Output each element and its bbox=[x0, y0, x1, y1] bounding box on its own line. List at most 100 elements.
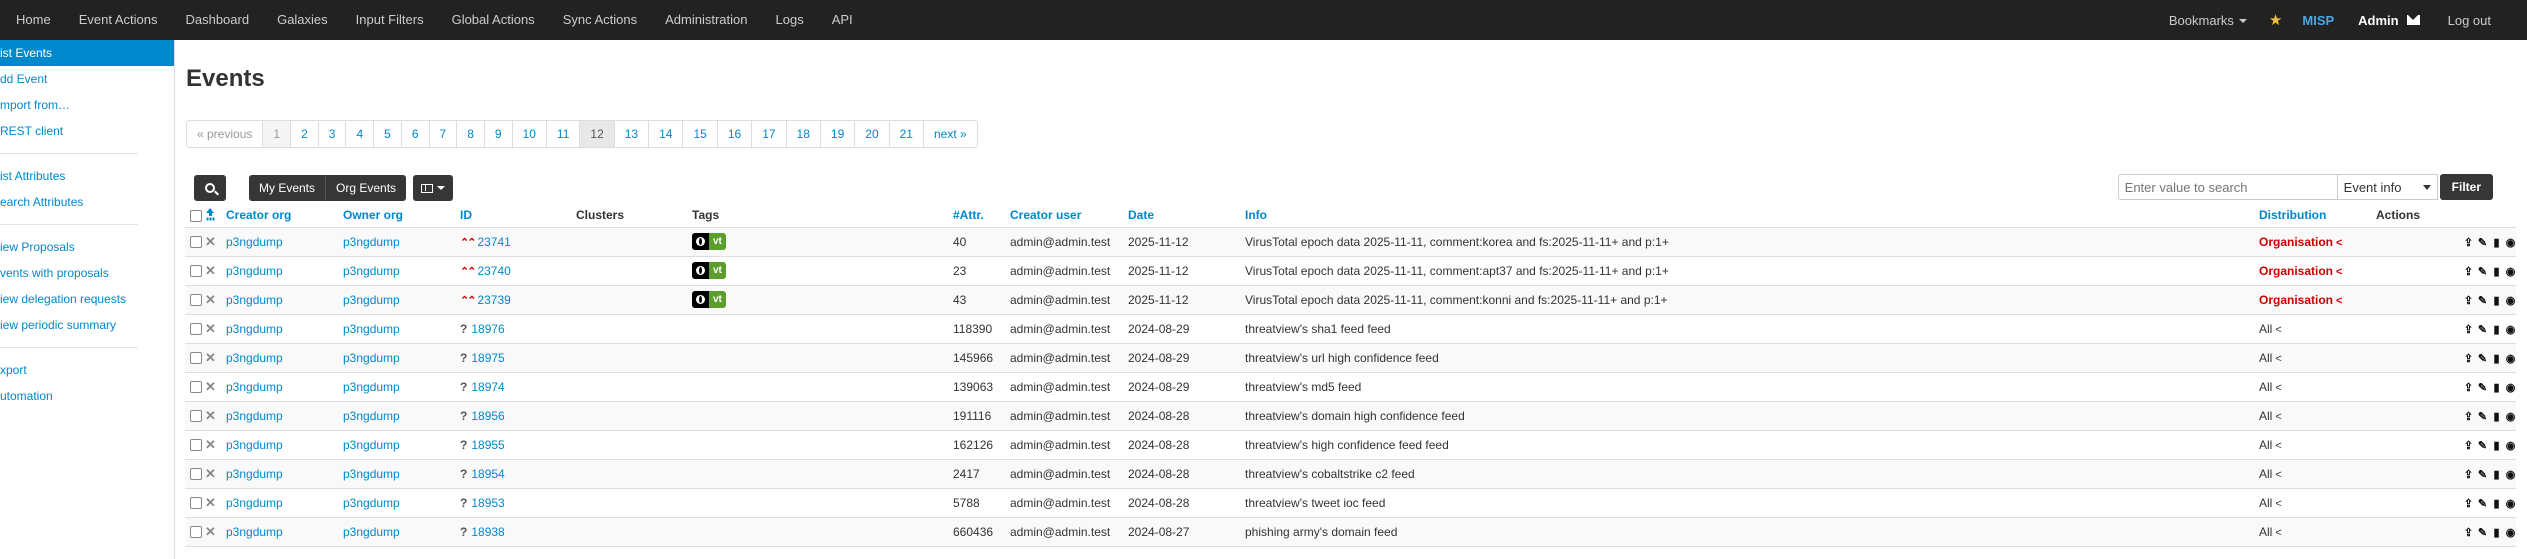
owner-org-link[interactable]: p3ngdump bbox=[343, 525, 400, 539]
delete-icon[interactable]: ▮ bbox=[2491, 265, 2502, 278]
distribution-value[interactable]: All bbox=[2259, 351, 2272, 365]
table-row[interactable]: ✕ p3ngdump p3ngdump? 18955 162126 admin@admin… bbox=[185, 430, 2516, 460]
select-all-checkbox[interactable] bbox=[190, 210, 202, 223]
view-icon[interactable]: ◉ bbox=[2505, 265, 2516, 278]
upload-icon[interactable] bbox=[205, 208, 216, 219]
sidebar-item-periodic-summary[interactable]: iew periodic summary bbox=[0, 312, 174, 338]
pagination-page[interactable]: 19 bbox=[821, 121, 856, 147]
distribution-value[interactable]: All bbox=[2259, 496, 2272, 510]
table-row[interactable]: ✕ p3ngdump p3ngdump ⌃⌃ 23739 vt 43 admin@admin.… bbox=[185, 285, 2516, 315]
table-row[interactable]: ✕ p3ngdump p3ngdump? 18954 2417 admin@admin.t… bbox=[185, 459, 2516, 489]
row-checkbox[interactable] bbox=[190, 236, 202, 249]
edit-icon[interactable]: ✎ bbox=[2477, 439, 2488, 452]
filter-button[interactable]: Filter bbox=[2439, 174, 2493, 200]
delete-icon[interactable]: ▮ bbox=[2491, 468, 2502, 481]
misp-brand[interactable]: MISP bbox=[2290, 13, 2346, 28]
sidebar-item-view-proposals[interactable]: iew Proposals bbox=[0, 234, 174, 260]
delete-icon[interactable]: ▮ bbox=[2491, 381, 2502, 394]
delete-icon[interactable]: ▮ bbox=[2491, 410, 2502, 423]
table-row[interactable]: ✕ p3ngdump p3ngdump? 18974 139063 admin@admin… bbox=[185, 372, 2516, 402]
owner-org-link[interactable]: p3ngdump bbox=[343, 380, 400, 394]
delete-icon[interactable]: ▮ bbox=[2491, 294, 2502, 307]
distribution-value[interactable]: All bbox=[2259, 380, 2272, 394]
event-id-link[interactable]: 23740 bbox=[477, 264, 510, 278]
event-id-link[interactable]: 18954 bbox=[471, 467, 504, 481]
edit-icon[interactable]: ✎ bbox=[2477, 497, 2488, 510]
table-row[interactable]: ✕ p3ngdump p3ngdump? 18956 191116 admin@admin… bbox=[185, 401, 2516, 431]
pagination-page[interactable]: 15 bbox=[683, 121, 718, 147]
table-row[interactable]: ✕ p3ngdump p3ngdump? 18975 145966 admin@admin… bbox=[185, 343, 2516, 373]
event-id-link[interactable]: 18938 bbox=[471, 525, 504, 539]
pagination-next[interactable]: next » bbox=[924, 121, 977, 147]
distribution-value[interactable]: All bbox=[2259, 467, 2272, 481]
publish-icon[interactable]: ⇪ bbox=[2463, 352, 2474, 365]
event-id-link[interactable]: 18976 bbox=[471, 322, 504, 336]
publish-icon[interactable]: ⇪ bbox=[2463, 294, 2474, 307]
pagination-page[interactable]: 9 bbox=[485, 121, 513, 147]
distribution-value[interactable]: All bbox=[2259, 438, 2272, 452]
nav-administration[interactable]: Administration bbox=[651, 0, 761, 40]
sidebar-item-list-events[interactable]: ist Events bbox=[0, 40, 174, 66]
publish-icon[interactable]: ⇪ bbox=[2463, 468, 2474, 481]
view-icon[interactable]: ◉ bbox=[2505, 236, 2516, 249]
owner-org-link[interactable]: p3ngdump bbox=[343, 264, 400, 278]
header-creator-user[interactable]: Creator user bbox=[1010, 204, 1128, 228]
row-checkbox[interactable] bbox=[190, 265, 202, 278]
star-icon[interactable]: ★ bbox=[2261, 11, 2290, 29]
nav-dashboard[interactable]: Dashboard bbox=[171, 0, 263, 40]
pagination-page[interactable]: 13 bbox=[615, 121, 650, 147]
header-owner-org[interactable]: Owner org bbox=[343, 204, 460, 228]
row-checkbox[interactable] bbox=[190, 526, 202, 539]
event-id-link[interactable]: 23741 bbox=[477, 235, 510, 249]
event-id-link[interactable]: 23739 bbox=[477, 293, 510, 307]
pagination-page[interactable]: 3 bbox=[319, 121, 347, 147]
sidebar-item-search-attributes[interactable]: earch Attributes bbox=[0, 189, 174, 215]
event-id-link[interactable]: 18955 bbox=[471, 438, 504, 452]
edit-icon[interactable]: ✎ bbox=[2477, 323, 2488, 336]
event-tag[interactable]: vt bbox=[692, 291, 726, 308]
view-icon[interactable]: ◉ bbox=[2505, 439, 2516, 452]
event-tag[interactable]: vt bbox=[692, 233, 726, 250]
pagination-page[interactable]: 1 bbox=[263, 121, 292, 147]
pagination-page[interactable]: 7 bbox=[430, 121, 458, 147]
edit-icon[interactable]: ✎ bbox=[2477, 265, 2488, 278]
sidebar-item-list-attributes[interactable]: ist Attributes bbox=[0, 163, 174, 189]
nav-home[interactable]: Home bbox=[2, 0, 65, 40]
publish-icon[interactable]: ⇪ bbox=[2463, 410, 2474, 423]
owner-org-link[interactable]: p3ngdump bbox=[343, 409, 400, 423]
distribution-value[interactable]: All bbox=[2259, 409, 2272, 423]
pagination-page[interactable]: 6 bbox=[402, 121, 430, 147]
delete-icon[interactable]: ▮ bbox=[2491, 323, 2502, 336]
nav-input-filters[interactable]: Input Filters bbox=[342, 0, 438, 40]
creator-org-link[interactable]: p3ngdump bbox=[226, 525, 283, 539]
pagination-page[interactable]: 2 bbox=[291, 121, 319, 147]
org-events-button[interactable]: Org Events bbox=[326, 175, 407, 201]
header-creator-org[interactable]: Creator org bbox=[226, 204, 343, 228]
logout-link[interactable]: Log out bbox=[2434, 13, 2527, 28]
event-id-link[interactable]: 18953 bbox=[471, 496, 504, 510]
view-icon[interactable]: ◉ bbox=[2505, 323, 2516, 336]
publish-icon[interactable]: ⇪ bbox=[2463, 381, 2474, 394]
publish-icon[interactable]: ⇪ bbox=[2463, 323, 2474, 336]
sidebar-item-delegation-requests[interactable]: iew delegation requests bbox=[0, 286, 174, 312]
table-row[interactable]: ✕ p3ngdump p3ngdump ⌃⌃ 23741 vt 40 admin@admin.… bbox=[185, 227, 2516, 257]
publish-icon[interactable]: ⇪ bbox=[2463, 497, 2474, 510]
event-id-link[interactable]: 18974 bbox=[471, 380, 504, 394]
search-input[interactable] bbox=[2117, 174, 2338, 200]
distribution-value[interactable]: All bbox=[2259, 525, 2272, 539]
view-icon[interactable]: ◉ bbox=[2505, 526, 2516, 539]
creator-org-link[interactable]: p3ngdump bbox=[226, 380, 283, 394]
creator-org-link[interactable]: p3ngdump bbox=[226, 235, 283, 249]
delete-icon[interactable]: ▮ bbox=[2491, 236, 2502, 249]
edit-icon[interactable]: ✎ bbox=[2477, 526, 2488, 539]
header-attr-count[interactable]: #Attr. bbox=[953, 204, 1010, 228]
creator-org-link[interactable]: p3ngdump bbox=[226, 438, 283, 452]
row-checkbox[interactable] bbox=[190, 381, 202, 394]
row-checkbox[interactable] bbox=[190, 439, 202, 452]
bookmarks-dropdown[interactable]: Bookmarks bbox=[2155, 13, 2261, 28]
nav-sync-actions[interactable]: Sync Actions bbox=[549, 0, 651, 40]
pagination-page[interactable]: 20 bbox=[855, 121, 890, 147]
sidebar-item-events-with-proposals[interactable]: vents with proposals bbox=[0, 260, 174, 286]
pagination-page[interactable]: 12 bbox=[580, 121, 615, 147]
delete-icon[interactable]: ▮ bbox=[2491, 497, 2502, 510]
